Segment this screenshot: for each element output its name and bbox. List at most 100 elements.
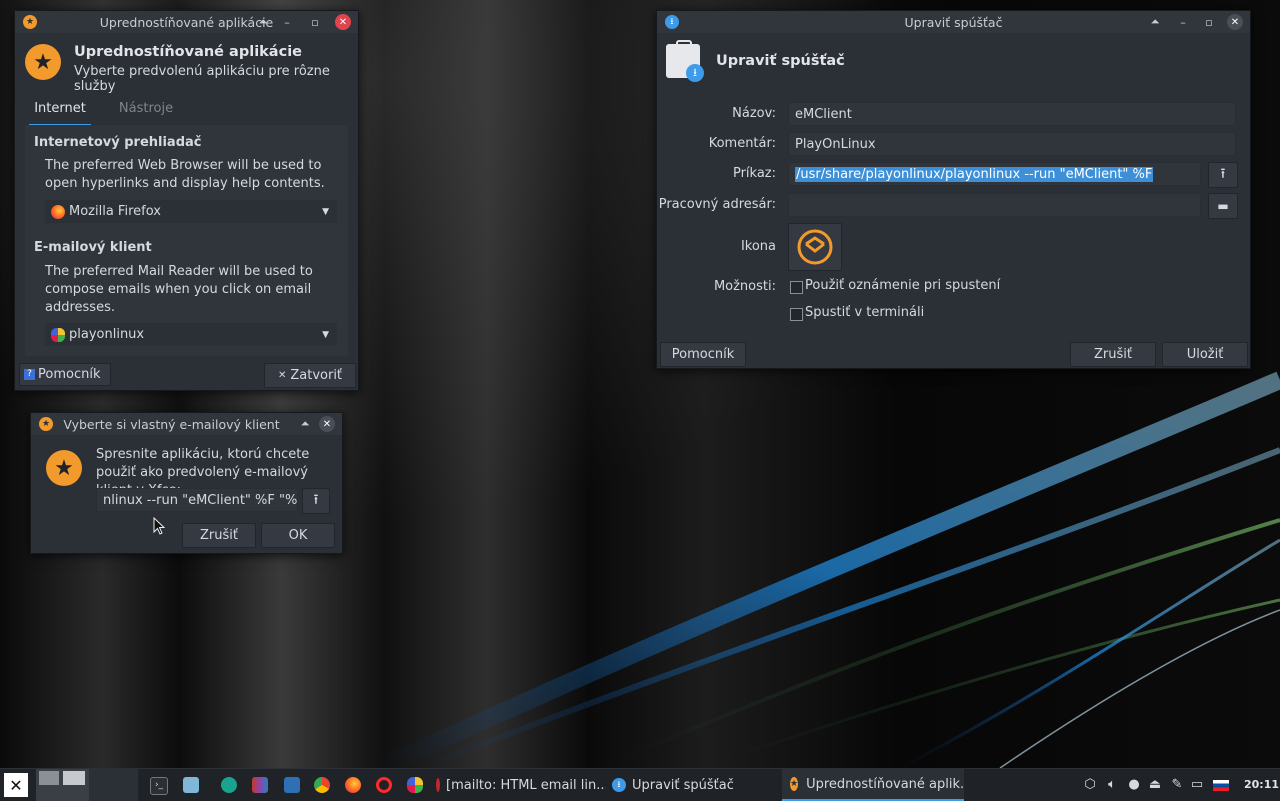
command-input[interactable]: nlinux --run "eMClient" %F "%s" xyxy=(96,488,298,512)
preferred-apps-titlebar[interactable]: ★ Uprednostíňované aplikácie ⏶ – ▫ ✕ xyxy=(15,11,358,33)
icon-label: Ikona xyxy=(740,239,776,254)
tab-tools[interactable]: Nástroje xyxy=(111,98,181,124)
close-button[interactable]: ✕ Zatvoriť xyxy=(264,363,356,388)
clock[interactable]: 20:11 xyxy=(1244,769,1279,801)
upload-icon[interactable]: ⭱ xyxy=(1208,162,1238,188)
terminal-icon[interactable]: ›_ xyxy=(150,777,168,795)
chevron-down-icon: ▼ xyxy=(322,206,329,217)
command-input[interactable]: /usr/share/playonlinux/playonlinux --run… xyxy=(788,162,1201,186)
shade-icon[interactable]: ⏶ xyxy=(255,14,271,30)
cancel-button[interactable]: Zrušiť xyxy=(182,523,256,548)
eject-icon[interactable]: ⏏ xyxy=(1148,777,1162,792)
close-icon: ✕ xyxy=(277,370,287,381)
folder-icon[interactable]: ▬ xyxy=(1208,193,1238,219)
help-icon: ? xyxy=(24,369,35,380)
close-icon[interactable]: ✕ xyxy=(319,416,335,432)
preferred-apps-window: ★ Uprednostíňované aplikácie ⏶ – ▫ ✕ ★ U… xyxy=(14,10,359,391)
workdir-label: Pracovný adresár: xyxy=(658,197,776,212)
tab-internet[interactable]: Internet xyxy=(29,98,91,126)
browser-section-desc: The preferred Web Browser will be used t… xyxy=(45,158,325,191)
launcher-titlebar[interactable]: ⭳ Upraviť spúšťač ⏶ – ▫ ✕ xyxy=(657,11,1250,33)
maximize-icon[interactable]: ▫ xyxy=(307,14,323,30)
page-subtitle: Vyberte predvolenú aplikáciu pre rôzne s… xyxy=(74,64,330,94)
workspace-1-window-2 xyxy=(63,771,85,785)
settings-icon[interactable] xyxy=(221,777,237,793)
dialog-icon: ★ xyxy=(46,450,82,486)
help-button[interactable]: Pomocník xyxy=(660,342,746,367)
document-icon[interactable] xyxy=(284,777,300,793)
terminal-checkbox[interactable] xyxy=(790,308,803,321)
workdir-input[interactable] xyxy=(788,193,1201,217)
task-preferred-apps[interactable]: ★ Uprednostíňované aplik... xyxy=(782,769,964,801)
notify-checkbox-label: Použiť oznámenie pri spustení xyxy=(805,278,1001,293)
mouse-cursor-icon xyxy=(153,517,165,535)
display-icon[interactable]: ▭ xyxy=(1190,777,1204,792)
command-label: Príkaz: xyxy=(732,166,776,181)
file-manager-icon[interactable] xyxy=(183,777,199,793)
mail-section-desc: The preferred Mail Reader will be used t… xyxy=(45,264,313,315)
firefox-icon xyxy=(51,204,65,219)
minimize-icon[interactable]: – xyxy=(1175,14,1191,30)
chrome-icon[interactable] xyxy=(314,777,330,793)
browser-select[interactable]: Mozilla Firefox ▼ xyxy=(45,200,337,223)
archive-icon[interactable] xyxy=(252,777,268,793)
workspace-1-window xyxy=(39,771,59,785)
volume-icon[interactable]: 🔈︎ xyxy=(1105,777,1119,792)
edit-launcher-window: ⭳ Upraviť spúšťač ⏶ – ▫ ✕ ⭳ Upraviť spúš… xyxy=(656,10,1251,369)
browser-section-title: Internetový prehliadač xyxy=(34,135,202,150)
launcher-icon: ⭳ xyxy=(666,40,704,82)
close-icon[interactable]: ✕ xyxy=(335,14,351,30)
browser-select-value: Mozilla Firefox xyxy=(69,204,161,219)
bag-handle xyxy=(676,40,692,48)
workspace-switcher[interactable] xyxy=(36,769,138,801)
save-button[interactable]: Uložiť xyxy=(1162,342,1248,367)
package-icon[interactable]: ⬡ xyxy=(1083,777,1097,792)
upload-icon[interactable]: ⭱ xyxy=(302,488,330,514)
help-button-label: Pomocník xyxy=(38,367,101,382)
name-label: Názov: xyxy=(732,106,776,121)
task-label: Upraviť spúšťač xyxy=(632,777,734,793)
playonlinux-icon[interactable] xyxy=(407,777,423,793)
mail-select[interactable]: playonlinux ▼ xyxy=(45,323,337,346)
name-input[interactable]: eMClient xyxy=(788,102,1236,126)
paperclip-icon[interactable]: ✎ xyxy=(1170,777,1184,792)
help-button[interactable]: ? Pomocník xyxy=(19,363,111,386)
terminal-checkbox-label: Spustiť v termináli xyxy=(805,305,925,320)
firefox-icon[interactable] xyxy=(345,777,361,793)
cancel-button[interactable]: Zrušiť xyxy=(1070,342,1156,367)
comment-label: Komentár: xyxy=(708,136,776,151)
custom-dialog-titlebar[interactable]: ★ Vyberte si vlastný e-mailový klient ⏶ … xyxy=(31,413,342,435)
taskbar: ✕ ›_ [mailto: HTML email lin... ⭳ Upravi… xyxy=(0,768,1280,801)
task-label: [mailto: HTML email lin... xyxy=(446,777,606,793)
icon-picker-button[interactable] xyxy=(788,223,842,271)
download-icon: ⭳ xyxy=(686,64,704,82)
notify-checkbox[interactable] xyxy=(790,281,803,294)
workspace-2[interactable] xyxy=(89,769,138,801)
download-icon: ⭳ xyxy=(665,15,679,29)
emclient-icon xyxy=(797,229,833,265)
task-edit-launcher[interactable]: ⭳ Upraviť spúšťač xyxy=(612,769,782,801)
tab-panel: Internetový prehliadač The preferred Web… xyxy=(25,125,348,356)
ok-button[interactable]: OK xyxy=(261,523,335,548)
keyboard-layout-flag-icon[interactable] xyxy=(1213,780,1229,791)
minimize-icon[interactable]: – xyxy=(279,14,295,30)
page-title: Upraviť spúšťač xyxy=(716,53,845,69)
update-icon[interactable]: ● xyxy=(1127,777,1141,792)
maximize-icon[interactable]: ▫ xyxy=(1201,14,1217,30)
xfce-menu-icon[interactable]: ✕ xyxy=(4,773,28,797)
star-icon: ★ xyxy=(23,15,37,29)
command-selected-text: /usr/share/playonlinux/playonlinux --run… xyxy=(795,166,1154,182)
options-label: Možnosti: xyxy=(713,279,776,294)
opera-icon xyxy=(436,778,440,792)
download-icon: ⭳ xyxy=(612,778,626,792)
close-icon[interactable]: ✕ xyxy=(1227,14,1243,30)
comment-input[interactable]: PlayOnLinux xyxy=(788,132,1236,156)
shade-icon[interactable]: ⏶ xyxy=(1147,14,1163,30)
shade-icon[interactable]: ⏶ xyxy=(297,416,313,432)
task-mailto[interactable]: [mailto: HTML email lin... xyxy=(436,769,606,801)
task-label: Uprednostíňované aplik... xyxy=(806,776,964,792)
opera-icon[interactable] xyxy=(376,777,392,793)
star-icon: ★ xyxy=(39,417,53,431)
preferred-apps-icon: ★ xyxy=(25,44,61,80)
mail-section-title: E-mailový klient xyxy=(34,240,152,255)
